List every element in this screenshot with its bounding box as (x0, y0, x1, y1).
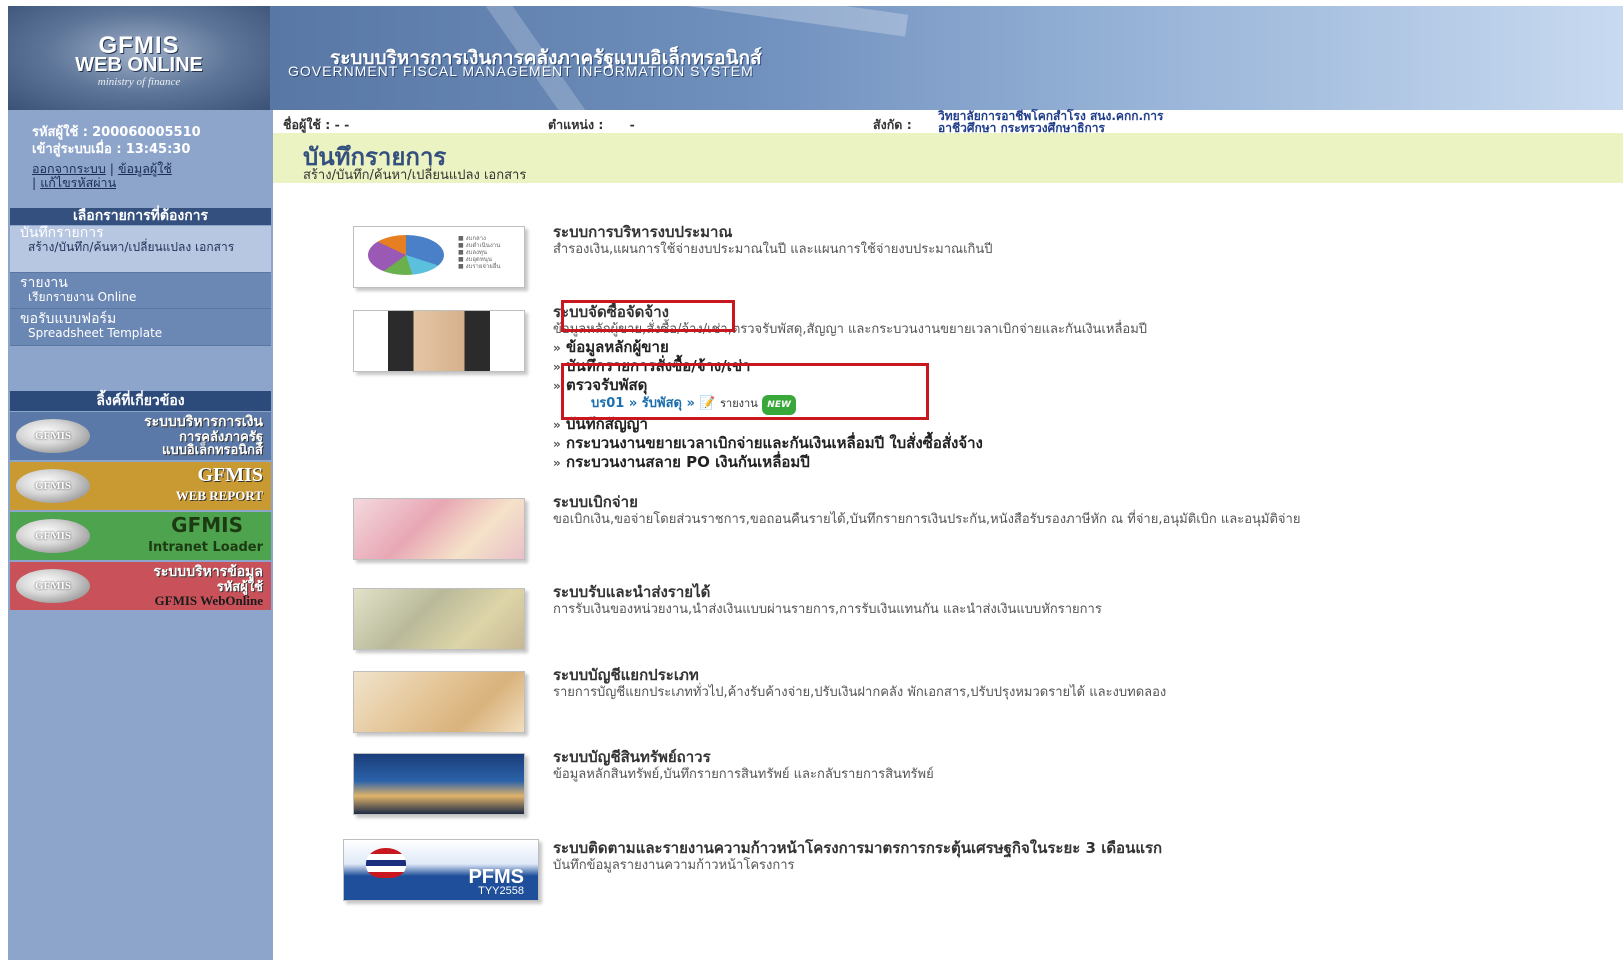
highlight-procurement (561, 300, 735, 332)
dept-value: วิทยาลัยการอาชีพโคกสำโรง สนง.คกก.การ อาช… (938, 109, 1164, 135)
link-user-admin[interactable]: GFMIS ระบบบริหารข้อมูล รหัสผู้ใช้ GFMIS … (10, 562, 271, 610)
account-links: ออกจากระบบ | ข้อมูลผู้ใช้ | แก้ไขรหัสผ่า… (32, 161, 172, 190)
gfmis-emblem-icon: GFMIS (16, 419, 90, 453)
change-password-link[interactable]: แก้ไขรหัสผ่าน (40, 175, 116, 190)
gfmis-emblem-icon: GFMIS (16, 569, 90, 603)
module-title[interactable]: ระบบเบิกจ่าย (553, 493, 1593, 511)
menu-item-sub: เรียกรายงาน Online (28, 290, 137, 304)
app-frame: GFMIS WEB ONLINE ministry of finance ระบ… (8, 6, 1623, 960)
login-time-value: 13:45:30 (125, 142, 191, 157)
sidebar: รหัสผู้ใช้ : 200060005510 เข้าสู่ระบบเมื… (8, 110, 273, 960)
pie-legend: ■ งบกลาง ■ งบดำเนินงาน ■ งบลงทุน ■ งบอุด… (458, 235, 501, 270)
bridge-image[interactable] (353, 753, 525, 815)
gfmis-emblem-icon: GFMIS (16, 519, 90, 553)
page-header: บันทึกรายการ สร้าง/บันทึก/ค้นหา/เปลี่ยนแ… (273, 133, 1623, 183)
module-title[interactable]: ระบบบัญชีสินทรัพย์ถาวร (553, 748, 1593, 766)
submenu-extension[interactable]: » กระบวนงานขยายเวลาเบิกจ่ายและกันเงินเหล… (553, 434, 1593, 453)
menu-item-forms[interactable]: ขอรับแบบฟอร์ม Spreadsheet Template (10, 309, 271, 346)
position-label: ตำแหน่ง : (548, 117, 604, 132)
menu-item-sub: สร้าง/บันทึก/ค้นหา/เปลี่ยนแปลง เอกสาร (28, 240, 235, 254)
menu-item-sub: Spreadsheet Template (28, 326, 163, 340)
submenu-vendor[interactable]: » ข้อมูลหลักผู้ขาย (553, 338, 1593, 357)
module-desc: สำรองเงิน,แผนการใช้จ่ายงบประมาณในปี และแ… (553, 242, 993, 257)
gfmis-emblem-icon: GFMIS (16, 469, 90, 503)
user-bar: ชื่อผู้ใช้ : - - ตำแหน่ง : - สังกัด : วิ… (273, 109, 1623, 135)
menu-item-title: รายงาน (20, 275, 68, 291)
module-desc: ข้อมูลหลักสินทรัพย์,บันทึกรายการสินทรัพย… (553, 767, 934, 782)
menu-item-report[interactable]: รายงาน เรียกรายงาน Online (10, 273, 271, 309)
page-subtitle: สร้าง/บันทึก/ค้นหา/เปลี่ยนแปลง เอกสาร (303, 168, 527, 183)
logo-line3: ministry of finance (97, 76, 181, 88)
module-desc: การรับเงินของหน่วยงาน,นำส่งเงินแบบผ่านรา… (553, 602, 1102, 617)
menu-item-record[interactable]: บันทึกรายการ สร้าง/บันทึก/ค้นหา/เปลี่ยนแ… (10, 226, 271, 273)
profile-link[interactable]: ข้อมูลผู้ใช้ (118, 161, 172, 176)
highlight-inspection (561, 363, 929, 420)
menu-heading: เลือกรายการที่ต้องการ (10, 208, 271, 225)
module-title[interactable]: ระบบติดตามและรายงานความก้าวหน้าโครงการมา… (553, 839, 1593, 857)
dept-label: สังกัด : (873, 117, 912, 132)
login-time-label: เข้าสู่ระบบเมื่อ : (32, 142, 122, 157)
user-id-label: รหัสผู้ใช้ : (32, 125, 88, 140)
logo-line2: WEB ONLINE (75, 54, 203, 76)
pie-icon (368, 235, 444, 275)
pie-chart-image[interactable]: ■ งบกลาง ■ งบดำเนินงาน ■ งบลงทุน ■ งบอุด… (353, 226, 525, 288)
link-gfmis-system[interactable]: GFMIS ระบบบริหารการเงิน การคลังภาครัฐ แบ… (10, 412, 271, 460)
submenu-po-release[interactable]: » กระบวนงานสลาย PO เงินกันเหลื่อมปี (553, 453, 1593, 472)
module-desc: ขอเบิกเงิน,ขอจ่ายโดยส่วนราชการ,ขอถอนคืนร… (553, 512, 1301, 527)
money-image[interactable] (353, 498, 525, 560)
related-links-heading: ลิ้งค์ที่เกี่ยวข้อง (10, 391, 271, 411)
user-info: รหัสผู้ใช้ : 200060005510 เข้าสู่ระบบเมื… (32, 124, 201, 158)
position-value: - (629, 117, 635, 132)
module-desc: รายการบัญชีแยกประเภททั่วไป,ค้างรับค้างจ่… (553, 685, 1167, 700)
module-desc: บันทึกข้อมูลรายงานความก้าวหน้าโครงการ (553, 858, 795, 873)
thai-flag-heart-icon (366, 848, 406, 878)
username-label: ชื่อผู้ใช้ : (283, 117, 331, 132)
username-value: - - (334, 117, 350, 132)
link-web-report[interactable]: GFMIS GFMIS WEB REPORT (10, 462, 271, 510)
ledger-image[interactable] (353, 671, 525, 733)
link-intranet-loader[interactable]: GFMIS GFMIS Intranet Loader (10, 512, 271, 560)
module-title[interactable]: ระบบรับและนำส่งรายได้ (553, 583, 1593, 601)
logout-link[interactable]: ออกจากระบบ (32, 161, 106, 176)
menu-item-title: ขอรับแบบฟอร์ม (20, 311, 117, 327)
pfms-logo[interactable]: PFMS TYY2558 (343, 839, 539, 901)
banknote-image[interactable] (353, 588, 525, 650)
menu-item-title: บันทึกรายการ (20, 225, 104, 241)
gfmis-logo[interactable]: GFMIS WEB ONLINE ministry of finance (8, 6, 270, 110)
user-id-value: 200060005510 (92, 125, 201, 140)
handshake-image[interactable] (353, 310, 525, 372)
header-banner: ระบบบริหารการเงินการคลังภาครัฐแบบอิเล็กท… (270, 6, 1623, 110)
module-title[interactable]: ระบบบัญชีแยกประเภท (553, 666, 1593, 684)
module-title[interactable]: ระบบการบริหารงบประมาณ (553, 223, 1593, 241)
system-title-en: GOVERNMENT FISCAL MANAGEMENT INFORMATION… (288, 63, 754, 79)
